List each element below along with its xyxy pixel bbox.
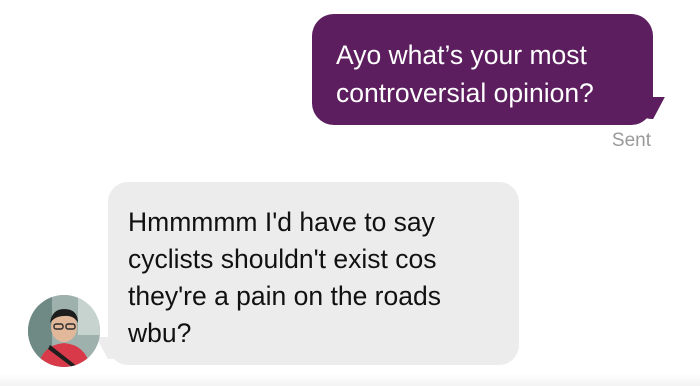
outgoing-bubble-tail bbox=[635, 97, 665, 119]
outgoing-message-bubble[interactable]: Ayo what’s your most controversial opini… bbox=[312, 14, 665, 125]
avatar-photo-icon bbox=[28, 295, 100, 367]
contact-avatar[interactable] bbox=[28, 295, 100, 367]
outgoing-message-line: Ayo what’s your most bbox=[336, 40, 587, 70]
screen-bottom-edge bbox=[0, 374, 700, 386]
incoming-message-line: cyclists shouldn't exist cos bbox=[128, 244, 437, 274]
incoming-message-bubble[interactable]: Hmmmmm I'd have to say cyclists shouldn'… bbox=[96, 182, 519, 365]
message-status: Sent bbox=[611, 130, 651, 151]
outgoing-message-line: controversial opinion? bbox=[336, 78, 594, 108]
incoming-message-line: wbu? bbox=[128, 318, 192, 348]
incoming-bubble-tail bbox=[96, 337, 126, 359]
incoming-message-line: they're a pain on the roads bbox=[128, 281, 441, 311]
incoming-message-line: Hmmmmm I'd have to say bbox=[128, 207, 435, 237]
